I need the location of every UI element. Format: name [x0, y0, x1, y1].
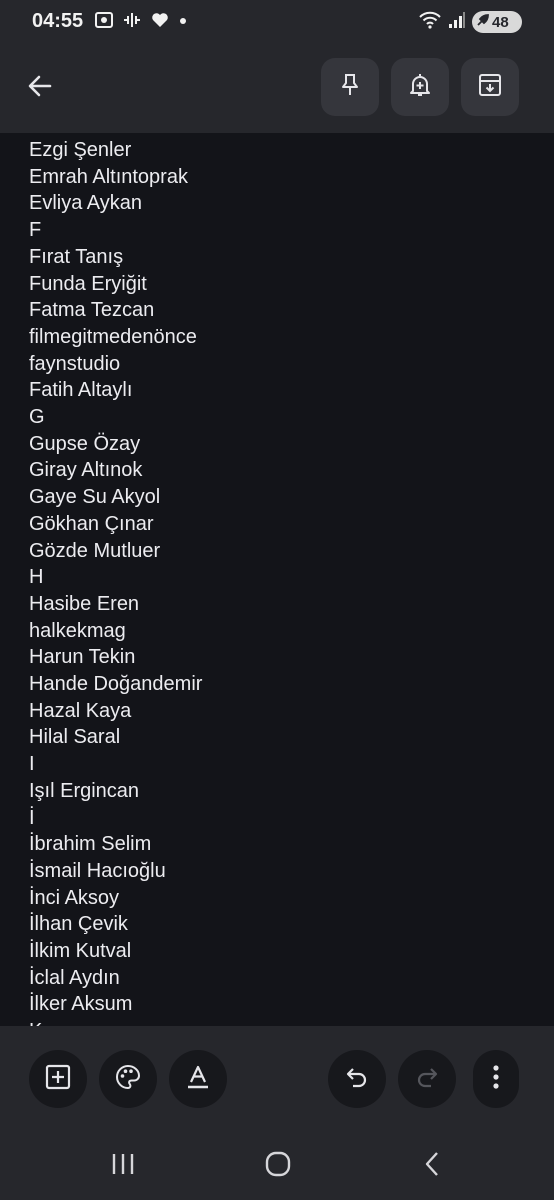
- note-line[interactable]: G: [29, 404, 529, 431]
- redo-button[interactable]: [398, 1050, 456, 1108]
- recent-apps-button[interactable]: [95, 1146, 151, 1186]
- note-line[interactable]: İnci Aksoy: [29, 885, 529, 912]
- note-line[interactable]: İ: [29, 805, 529, 832]
- note-line[interactable]: Funda Eryiğit: [29, 271, 529, 298]
- status-time: 04:55: [32, 10, 84, 32]
- add-content-button[interactable]: [29, 1050, 87, 1108]
- back-nav-button[interactable]: [405, 1146, 461, 1186]
- note-line[interactable]: Fatih Altaylı: [29, 377, 529, 404]
- note-line[interactable]: Ezgi Şenler: [29, 137, 529, 164]
- note-line[interactable]: Harun Tekin: [29, 644, 529, 671]
- dot-icon: [178, 10, 188, 35]
- battery-level: 48: [492, 13, 509, 31]
- note-line[interactable]: faynstudio: [29, 351, 529, 378]
- note-line[interactable]: Hasibe Eren: [29, 591, 529, 618]
- note-line[interactable]: Evliya Aykan: [29, 190, 529, 217]
- redo-icon: [414, 1064, 440, 1095]
- note-line[interactable]: I: [29, 751, 529, 778]
- system-navigation-bar: [0, 1132, 554, 1200]
- more-options-button[interactable]: [473, 1050, 519, 1108]
- note-line[interactable]: İlker Aksum: [29, 991, 529, 1018]
- signal-icon: [448, 10, 466, 35]
- note-body[interactable]: Ezgi Şenler Emrah Altıntoprak Evliya Ayk…: [0, 133, 554, 1026]
- note-line[interactable]: Gupse Özay: [29, 431, 529, 458]
- status-icons-left: [94, 9, 188, 35]
- text-formatting-button[interactable]: [169, 1050, 227, 1108]
- arrow-left-icon: [26, 72, 54, 105]
- note-line[interactable]: İbrahim Selim: [29, 831, 529, 858]
- note-line[interactable]: Hazal Kaya: [29, 698, 529, 725]
- pin-icon: [337, 72, 363, 103]
- reminder-button[interactable]: [391, 58, 449, 116]
- recent-apps-icon: [110, 1152, 136, 1181]
- home-icon: [265, 1151, 291, 1182]
- note-line[interactable]: Gaye Su Akyol: [29, 484, 529, 511]
- home-button[interactable]: [250, 1146, 306, 1186]
- note-line[interactable]: Gözde Mutluer: [29, 538, 529, 565]
- voice-waveform-icon: [122, 10, 142, 35]
- note-line[interactable]: Işıl Ergincan: [29, 778, 529, 805]
- undo-button[interactable]: [328, 1050, 386, 1108]
- add-reminder-icon: [407, 72, 433, 103]
- pin-button[interactable]: [321, 58, 379, 116]
- editor-toolbar: [0, 1026, 554, 1132]
- note-line[interactable]: Fatma Tezcan: [29, 297, 529, 324]
- note-line[interactable]: Gökhan Çınar: [29, 511, 529, 538]
- note-line[interactable]: Fırat Tanış: [29, 244, 529, 271]
- back-nav-icon: [423, 1151, 443, 1182]
- battery-saver-icon: [476, 13, 490, 31]
- note-line[interactable]: halkekmag: [29, 618, 529, 645]
- note-line[interactable]: İlhan Çevik: [29, 911, 529, 938]
- battery-indicator: 48: [472, 11, 522, 33]
- note-app-bar: [0, 44, 554, 133]
- note-line[interactable]: F: [29, 217, 529, 244]
- note-line[interactable]: Hande Doğandemir: [29, 671, 529, 698]
- wifi-icon: [418, 10, 442, 35]
- note-line[interactable]: Giray Altınok: [29, 457, 529, 484]
- note-line[interactable]: İclal Aydın: [29, 965, 529, 992]
- note-line[interactable]: filmegitmedenönce: [29, 324, 529, 351]
- screenshot-icon: [94, 10, 114, 35]
- archive-button[interactable]: [461, 58, 519, 116]
- back-button[interactable]: [18, 66, 62, 110]
- note-line[interactable]: İsmail Hacıoğlu: [29, 858, 529, 885]
- archive-icon: [477, 72, 503, 103]
- note-line[interactable]: K: [29, 1018, 529, 1026]
- note-line[interactable]: İlkim Kutval: [29, 938, 529, 965]
- status-icons-right: 48: [418, 9, 522, 35]
- text-format-icon: [185, 1064, 211, 1095]
- background-options-button[interactable]: [99, 1050, 157, 1108]
- note-line[interactable]: H: [29, 564, 529, 591]
- note-line[interactable]: Emrah Altıntoprak: [29, 164, 529, 191]
- more-vertical-icon: [492, 1064, 500, 1095]
- add-box-icon: [45, 1064, 71, 1095]
- note-line[interactable]: Hilal Saral: [29, 724, 529, 751]
- undo-icon: [344, 1064, 370, 1095]
- status-bar: 04:55 48: [0, 0, 554, 44]
- heart-icon: [150, 10, 170, 35]
- palette-icon: [114, 1063, 142, 1096]
